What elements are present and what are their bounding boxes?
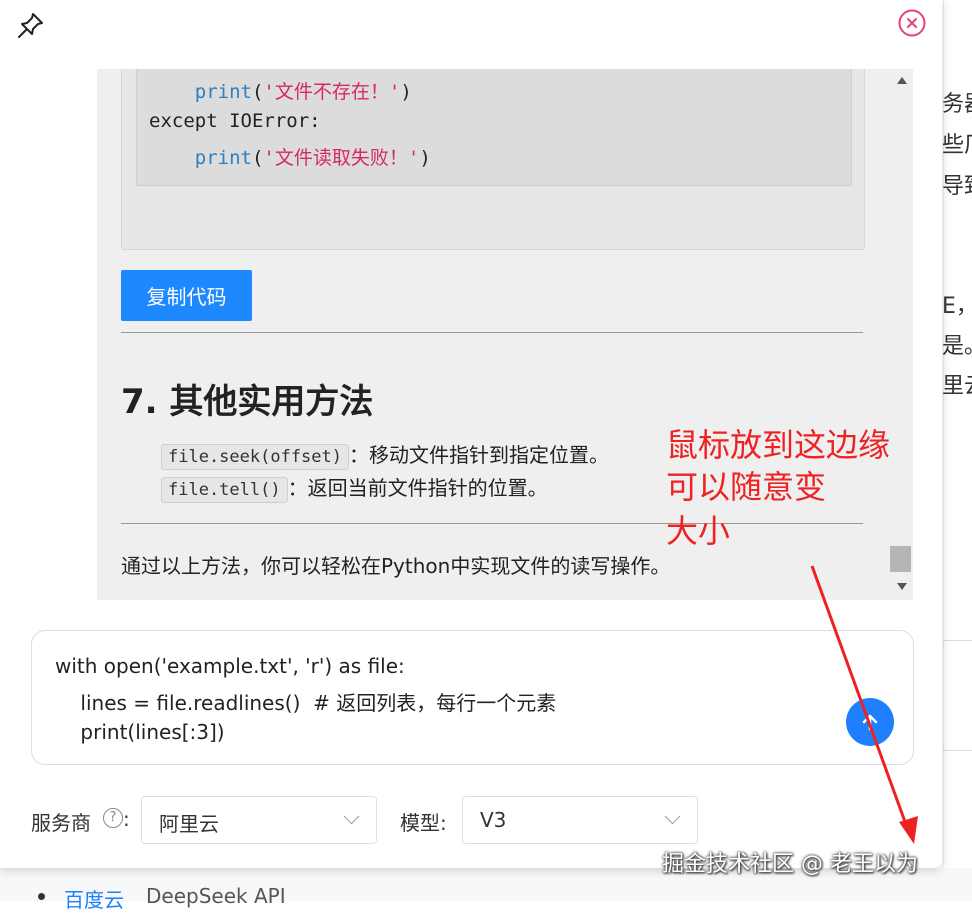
background-divider — [943, 750, 972, 751]
list-item: file.seek(offset) ：移动文件指针到指定位置。 — [161, 439, 609, 470]
list-item: file.tell() ：返回当前文件指针的位置。 — [161, 472, 548, 503]
background-text: 里云 — [942, 374, 972, 399]
background-text: 些厂 — [942, 133, 972, 158]
code-line: except IOError: — [149, 110, 321, 132]
divider — [121, 523, 863, 524]
section-heading: 7. 其他实用方法 — [121, 382, 374, 422]
close-circle-icon[interactable] — [898, 9, 926, 37]
pin-icon[interactable] — [16, 10, 46, 40]
input-text-line: print(lines[:3]) — [55, 720, 225, 744]
provider-select[interactable]: 阿里云 — [141, 796, 377, 844]
copy-code-button[interactable]: 复制代码 — [121, 270, 252, 321]
annotation-text: 鼠标放到这边缘 — [666, 426, 891, 464]
background-text: 务器 — [942, 92, 972, 117]
answer-content[interactable]: p print('文件不存在！') except IOError: print(… — [97, 69, 913, 600]
background-link[interactable]: 百度云 — [64, 884, 124, 913]
code-block-container: p print('文件不存在！') except IOError: print(… — [121, 69, 865, 250]
annotation-arrow-icon — [810, 565, 918, 844]
annotation-text: 可以随意变 — [666, 468, 827, 506]
annotation-text: 大小 — [666, 512, 731, 550]
background-text: E， — [942, 294, 972, 319]
question-circle-icon[interactable]: ? — [103, 808, 123, 828]
code-block: p print('文件不存在！') except IOError: print(… — [136, 69, 852, 186]
bullet — [38, 893, 45, 900]
background-divider — [943, 640, 972, 641]
inline-code: file.tell() — [161, 477, 288, 503]
code-line: print('文件不存在！') — [194, 81, 412, 103]
model-select[interactable]: V3 — [462, 796, 698, 844]
background-text: DeepSeek API — [146, 884, 286, 908]
input-text-line: lines = file.readlines() # 返回列表，每行一个元素 — [55, 691, 557, 715]
watermark: 掘金技术社区 @ 老王以为 — [662, 852, 918, 877]
chevron-down-icon — [664, 808, 681, 825]
list-item-text: ：移动文件指针到指定位置。 — [349, 443, 609, 467]
summary-text: 通过以上方法，你可以轻松在Python中实现文件的读写操作。 — [121, 554, 671, 578]
provider-label: 服务商 — [31, 811, 91, 835]
model-select-value: V3 — [480, 808, 507, 832]
inline-code: file.seek(offset) — [161, 444, 349, 470]
background-text: 导致 — [942, 174, 972, 199]
scrollbar[interactable] — [890, 69, 913, 600]
message-input[interactable]: with open('example.txt', 'r') as file: l… — [31, 630, 914, 765]
input-text-line: with open('example.txt', 'r') as file: — [55, 654, 405, 678]
background-text: 是。 — [942, 334, 972, 359]
chevron-down-icon — [343, 808, 360, 825]
list-item-text: ：返回当前文件指针的位置。 — [287, 476, 548, 500]
label-colon: : — [123, 807, 130, 831]
code-line: print('文件读取失败！') — [194, 147, 431, 169]
model-label: 模型: — [400, 811, 447, 835]
provider-select-value: 阿里云 — [159, 812, 219, 836]
scroll-up-arrow-icon[interactable] — [897, 77, 907, 84]
divider — [121, 332, 863, 333]
